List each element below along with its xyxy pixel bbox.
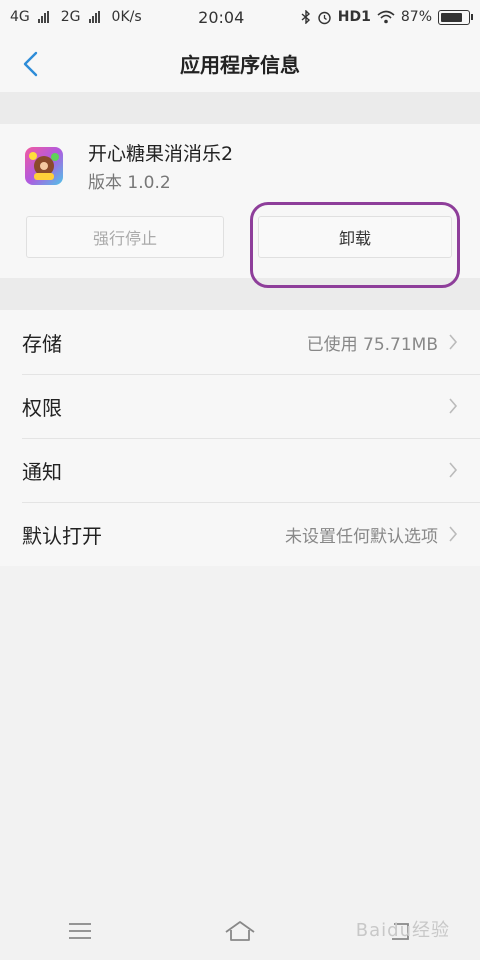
section-divider-2 <box>0 278 480 310</box>
item-label: 通知 <box>22 459 62 484</box>
header: 应用程序信息 <box>0 34 480 92</box>
settings-item-permissions[interactable]: 权限 <box>0 374 480 438</box>
battery-icon <box>438 9 473 25</box>
home-button[interactable] <box>220 916 260 946</box>
chevron-right-icon <box>449 398 458 414</box>
network-label-1: 4G <box>10 9 30 25</box>
candy-game-icon <box>25 147 63 185</box>
section-divider <box>0 92 480 124</box>
clock: 20:04 <box>198 7 245 27</box>
menu-icon <box>69 923 91 939</box>
settings-item-storage[interactable]: 存储 已使用 75.71MB <box>0 310 480 374</box>
uninstall-button[interactable]: 卸载 <box>258 216 452 258</box>
hd-indicator: HD1 <box>337 9 371 25</box>
watermark: Baidu经验 <box>355 920 450 941</box>
app-info-card: 开心糖果消消乐2 版本 1.0.2 强行停止 卸载 <box>0 124 480 288</box>
network-label-2: 2G <box>60 9 81 25</box>
signal-icon-2 <box>88 11 100 23</box>
settings-list: 存储 已使用 75.71MB 权限 通知 默认打开 未设置任何默认选项 <box>0 310 480 566</box>
app-version: 版本 1.0.2 <box>88 173 171 193</box>
item-label: 存储 <box>22 331 62 356</box>
bluetooth-icon <box>301 10 310 24</box>
action-buttons: 强行停止 卸载 <box>0 202 480 288</box>
menu-button[interactable] <box>60 916 100 946</box>
status-bar: 4G 2G 0K/s 20:04 HD1 87% <box>0 0 480 34</box>
home-icon <box>225 921 255 941</box>
wifi-icon <box>377 10 395 24</box>
item-label: 权限 <box>22 395 62 420</box>
app-summary: 开心糖果消消乐2 版本 1.0.2 <box>0 138 480 194</box>
back-arrow-icon[interactable] <box>16 49 46 79</box>
chevron-right-icon <box>449 462 458 478</box>
settings-item-notifications[interactable]: 通知 <box>0 438 480 502</box>
item-value: 已使用 75.71MB <box>306 334 438 355</box>
chevron-right-icon <box>449 526 458 542</box>
signal-icon-1 <box>37 11 49 23</box>
force-stop-button[interactable]: 强行停止 <box>26 216 224 258</box>
item-value: 未设置任何默认选项 <box>285 526 438 547</box>
chevron-right-icon <box>449 334 458 350</box>
network-speed: 0K/s <box>111 9 142 25</box>
app-name: 开心糖果消消乐2 <box>88 143 234 165</box>
battery-percent: 87% <box>400 9 432 25</box>
item-label: 默认打开 <box>22 523 102 548</box>
page-title: 应用程序信息 <box>180 52 300 77</box>
settings-item-open-by-default[interactable]: 默认打开 未设置任何默认选项 <box>0 502 480 566</box>
alarm-icon <box>318 11 331 24</box>
